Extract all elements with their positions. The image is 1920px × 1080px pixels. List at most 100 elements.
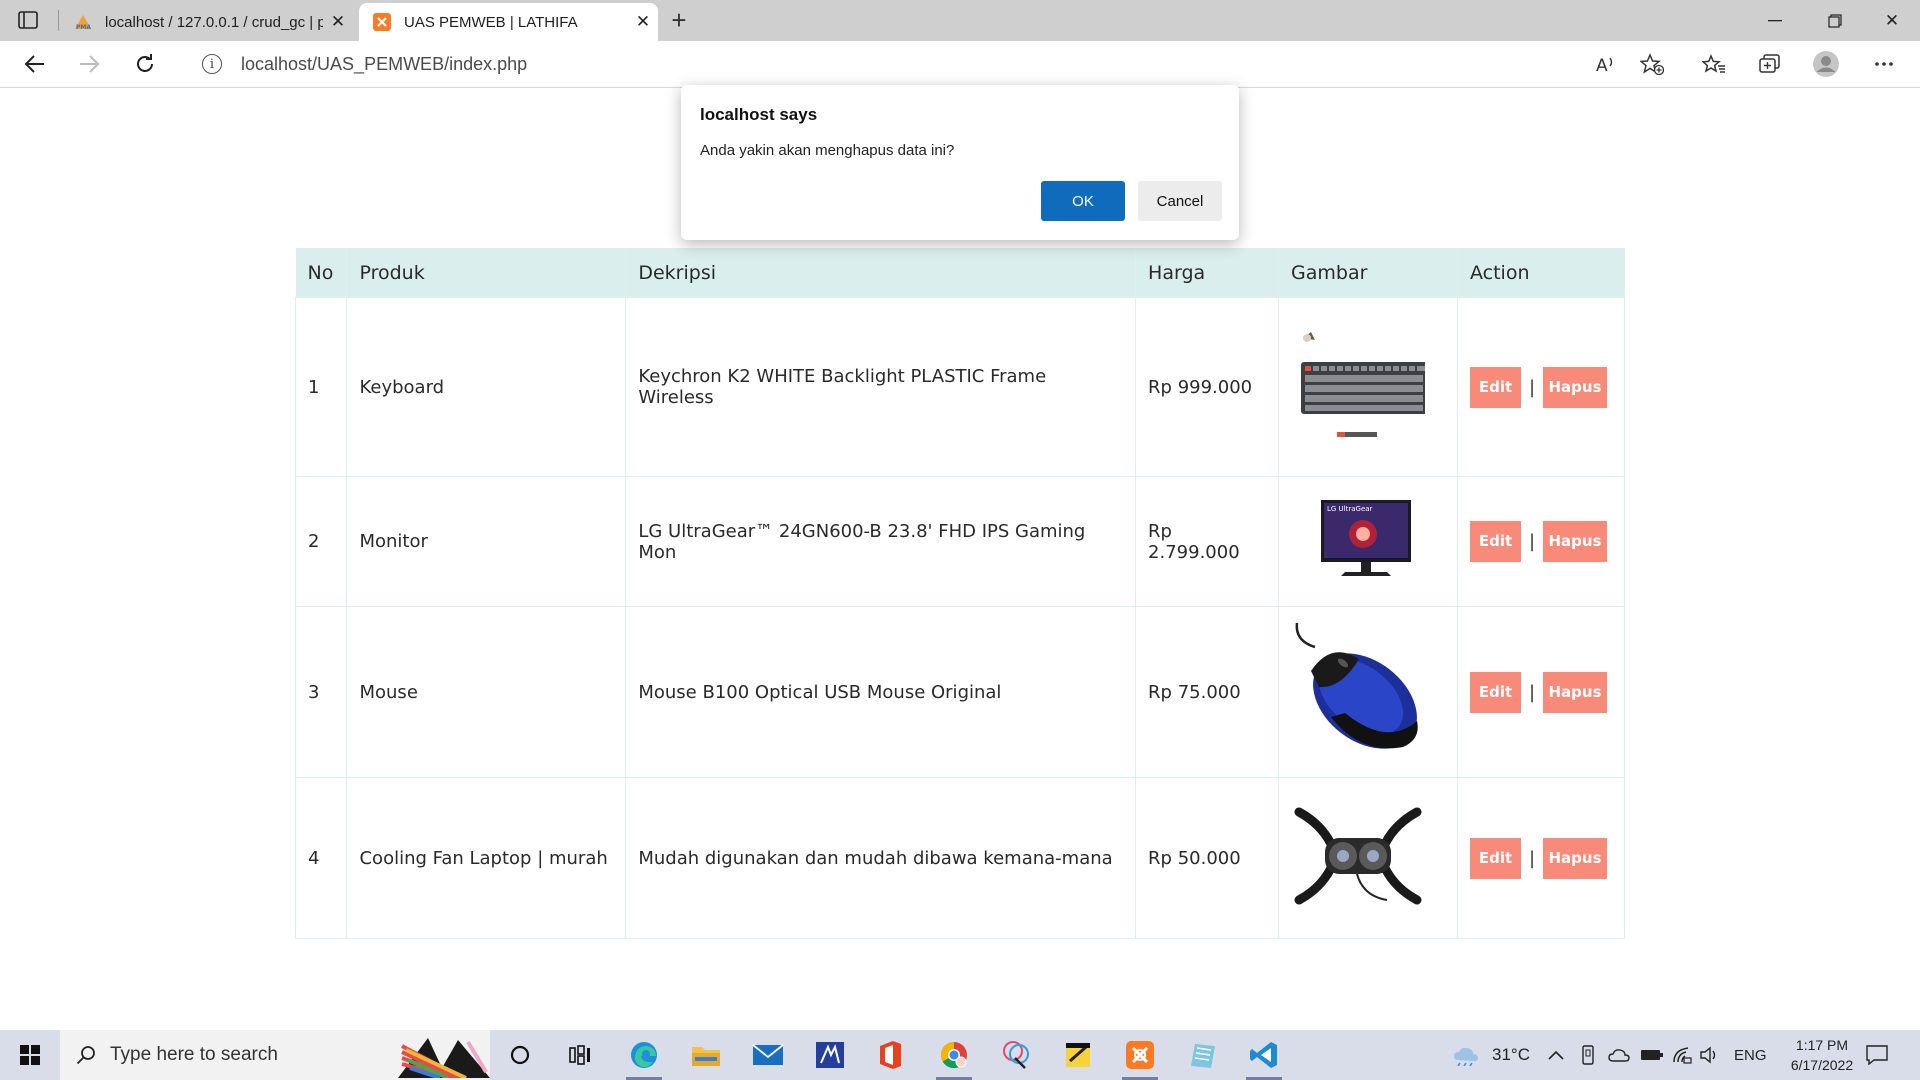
monitor-image: LG UltraGear xyxy=(1321,500,1412,576)
read-aloud-icon[interactable]: A xyxy=(1588,49,1624,79)
separator: | xyxy=(1528,376,1536,398)
task-view-icon[interactable] xyxy=(554,1035,606,1075)
clock-time: 1:17 PM xyxy=(1795,1037,1849,1053)
taskbar-search-field[interactable]: Type here to search xyxy=(60,1030,490,1080)
app-icon[interactable] xyxy=(804,1035,856,1075)
mail-icon[interactable] xyxy=(742,1035,794,1075)
maximize-icon[interactable] xyxy=(1805,0,1865,41)
separator: | xyxy=(1528,847,1536,869)
close-icon[interactable]: ✕ xyxy=(323,12,353,32)
edge-icon[interactable] xyxy=(618,1035,670,1080)
info-icon[interactable]: i xyxy=(202,54,222,74)
edit-button[interactable]: Edit xyxy=(1470,837,1521,879)
close-icon[interactable]: ✕ xyxy=(628,12,658,32)
clock[interactable]: 1:17 PM 6/17/2022 xyxy=(1776,1030,1868,1080)
forward-icon[interactable] xyxy=(72,49,106,79)
column-header: Dekripsi xyxy=(625,248,1137,298)
weather-temp: 31°C xyxy=(1492,1045,1530,1064)
cell-deskripsi: Mouse B100 Optical USB Mouse Original xyxy=(625,606,1137,778)
delete-button[interactable]: Hapus xyxy=(1543,366,1607,408)
profile-icon[interactable] xyxy=(1808,49,1844,79)
delete-button[interactable]: Hapus xyxy=(1543,671,1607,713)
cell-no: 1 xyxy=(294,297,348,477)
cell-harga: Rp 50.000 xyxy=(1135,777,1280,939)
more-icon[interactable] xyxy=(1866,49,1902,79)
volume-icon[interactable] xyxy=(1699,1030,1719,1080)
column-header: Produk xyxy=(346,248,627,298)
cell-deskripsi: Mudah digunakan dan mudah dibawa kemana-… xyxy=(625,777,1137,939)
monitor-caption: LG UltraGear xyxy=(1327,505,1373,513)
vscode-icon[interactable] xyxy=(1238,1035,1290,1080)
cell-harga: Rp 999.000 xyxy=(1135,297,1280,477)
cell-produk: Mouse xyxy=(346,606,627,778)
search-placeholder: Type here to search xyxy=(110,1044,278,1065)
delete-button[interactable]: Hapus xyxy=(1543,837,1607,879)
device-icon[interactable] xyxy=(1580,1030,1596,1080)
url-field[interactable]: i localhost/UAS_PEMWEB/index.php xyxy=(180,46,1670,82)
pma-favicon: PMA xyxy=(73,13,93,31)
file-explorer-icon[interactable] xyxy=(680,1035,732,1075)
keyboard-image xyxy=(1301,331,1430,437)
window-close-icon[interactable]: ✕ xyxy=(1862,0,1920,41)
chrome-icon[interactable] xyxy=(928,1035,980,1080)
add-favorite-icon[interactable] xyxy=(1634,49,1670,79)
xampp-icon[interactable] xyxy=(1114,1035,1166,1080)
dialog-title: localhost says xyxy=(700,105,818,124)
new-tab-icon[interactable]: + xyxy=(662,5,696,35)
separator: | xyxy=(1528,531,1536,552)
language-indicator[interactable]: ENG xyxy=(1734,1030,1767,1080)
column-header: No xyxy=(295,248,348,298)
notification-icon[interactable] xyxy=(1866,1030,1888,1080)
table-header-row: No Produk Dekripsi Harga Gambar Action xyxy=(295,248,1625,298)
collections-icon[interactable] xyxy=(1752,49,1788,79)
minimize-icon[interactable] xyxy=(1745,0,1805,41)
xampp-favicon xyxy=(372,13,392,31)
cell-produk: Monitor xyxy=(346,476,627,607)
confirm-dialog: localhost says Anda yakin akan menghapus… xyxy=(681,85,1239,240)
separator: | xyxy=(1528,681,1536,703)
notepad-icon[interactable] xyxy=(1176,1035,1228,1075)
weather-widget[interactable]: 31°C xyxy=(1452,1030,1530,1080)
cell-deskripsi: LG UltraGear™ 24GN600-B 23.8' FHD IPS Ga… xyxy=(625,476,1137,607)
wifi-icon[interactable] xyxy=(1672,1030,1692,1080)
refresh-icon[interactable] xyxy=(128,49,162,79)
onedrive-icon[interactable] xyxy=(1608,1030,1630,1080)
svg-text:PMA: PMA xyxy=(76,24,91,31)
tab-bar: PMA localhost / 127.0.0.1 / crud_gc | p … xyxy=(0,0,1920,41)
show-hidden-icons[interactable] xyxy=(1548,1030,1564,1080)
tab-uas-pemweb[interactable]: UAS PEMWEB | LATHIFA ✕ xyxy=(359,3,658,41)
taskbar: Type here to search 31°C ENG 1:17 PM 6/1… xyxy=(0,1030,1920,1080)
sticky-notes-icon[interactable] xyxy=(1052,1035,1104,1075)
battery-icon[interactable] xyxy=(1640,1030,1664,1080)
table-row: 2 Monitor LG UltraGear™ 24GN600-B 23.8' … xyxy=(294,476,1625,607)
paint-icon[interactable] xyxy=(990,1035,1042,1075)
cancel-button[interactable]: Cancel xyxy=(1138,181,1222,221)
table-row: 1 Keyboard Keychron K2 WHITE Backlight P… xyxy=(294,297,1625,477)
windows-start-icon[interactable] xyxy=(0,1030,60,1080)
cell-no: 3 xyxy=(294,606,348,778)
ok-button[interactable]: OK xyxy=(1041,181,1125,221)
back-icon[interactable] xyxy=(18,49,52,79)
tab-phpmyadmin[interactable]: PMA localhost / 127.0.0.1 / crud_gc | p … xyxy=(60,3,353,41)
edit-button[interactable]: Edit xyxy=(1470,521,1521,562)
cortana-icon[interactable] xyxy=(494,1035,546,1075)
cell-deskripsi: Keychron K2 WHITE Backlight PLASTIC Fram… xyxy=(625,297,1137,477)
delete-button[interactable]: Hapus xyxy=(1543,521,1607,562)
tab-actions-icon[interactable] xyxy=(14,8,42,32)
address-bar: i localhost/UAS_PEMWEB/index.php A xyxy=(0,41,1920,88)
product-table: No Produk Dekripsi Harga Gambar Action 1… xyxy=(294,248,1625,939)
cell-action: Edit | Hapus xyxy=(1457,777,1625,939)
cell-no: 4 xyxy=(294,777,348,939)
edit-button[interactable]: Edit xyxy=(1470,366,1521,408)
search-highlight-icon xyxy=(398,1032,490,1078)
url-text: localhost/UAS_PEMWEB/index.php xyxy=(241,53,528,74)
cell-action: Edit | Hapus xyxy=(1457,297,1625,477)
tab-title: UAS PEMWEB | LATHIFA xyxy=(404,13,578,31)
office-icon[interactable] xyxy=(864,1035,916,1075)
cell-harga: Rp 2.799.000 xyxy=(1135,476,1280,607)
clock-date: 6/17/2022 xyxy=(1790,1057,1854,1073)
edit-button[interactable]: Edit xyxy=(1470,671,1521,713)
favorites-icon[interactable] xyxy=(1696,49,1732,79)
weather-icon xyxy=(1452,1044,1480,1066)
table-row: 3 Mouse Mouse B100 Optical USB Mouse Ori… xyxy=(294,606,1625,778)
